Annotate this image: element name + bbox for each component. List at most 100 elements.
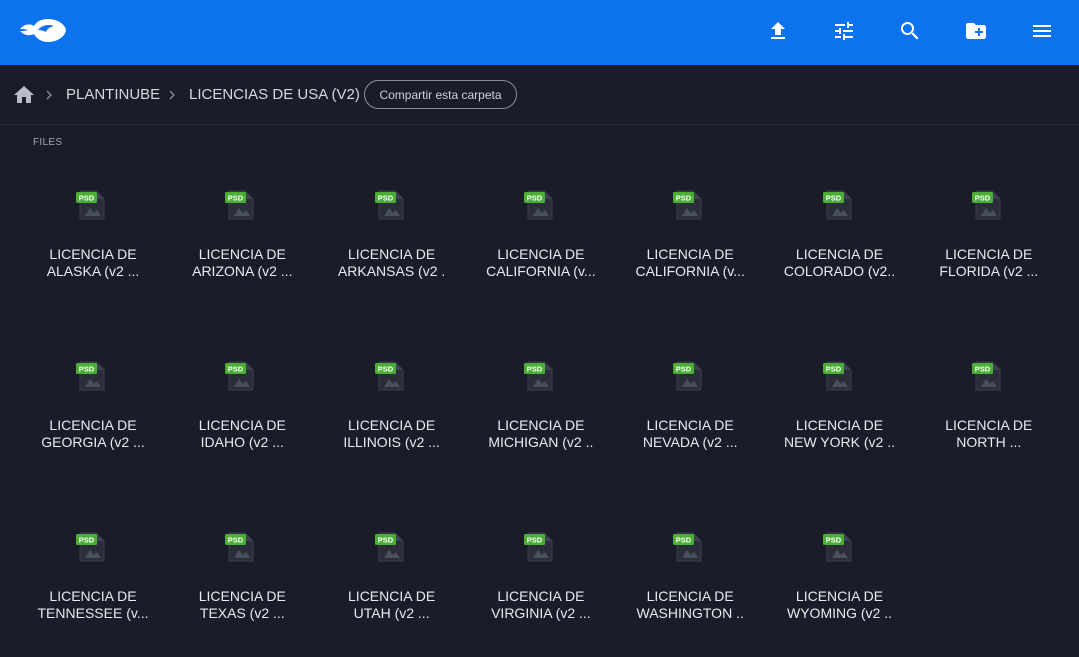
file-name-line2: NEW YORK (v2 .. [784, 434, 895, 450]
file-name: LICENCIA DE COLORADO (v2.. [783, 246, 897, 280]
file-name-line2: ARKANSAS (v2 . [337, 263, 446, 279]
psd-file-icon: PSD [971, 360, 1002, 392]
file-name-line1: LICENCIA DE [795, 588, 884, 604]
mega-fish-logo[interactable] [18, 14, 68, 46]
file-name-line2: MICHIGAN (v2 .. [488, 434, 594, 450]
file-tile[interactable]: PSD LICENCIA DE WYOMING (v2 .. [765, 502, 915, 652]
menu-button[interactable] [1022, 12, 1062, 50]
chevron-right-icon [40, 86, 58, 104]
file-tile[interactable]: PSD LICENCIA DE COLORADO (v2.. [765, 160, 915, 310]
new-folder-button[interactable] [956, 12, 996, 50]
file-name-line1: LICENCIA DE [646, 417, 734, 433]
file-name-line1: LICENCIA DE [348, 246, 436, 262]
file-tile[interactable]: PSD LICENCIA DE ILLINOIS (v2 ... [317, 331, 467, 481]
psd-badge-label: PSD [377, 365, 393, 374]
psd-badge-label: PSD [79, 194, 95, 203]
file-name-line1: LICENCIA DE [646, 588, 734, 604]
file-name-line1: LICENCIA DE [348, 588, 436, 604]
file-name-line2: NEVADA (v2 ... [642, 434, 738, 450]
psd-file-icon: PSD [225, 189, 255, 221]
file-tile[interactable]: PSD LICENCIA DE ALASKA (v2 ... [18, 160, 168, 310]
file-tile[interactable]: PSD LICENCIA DE TEXAS (v2 ... [167, 502, 317, 652]
psd-badge-label: PSD [825, 194, 841, 203]
psd-badge-label: PSD [676, 194, 692, 203]
file-tile[interactable]: PSD LICENCIA DE FLORIDA (v2 ... [914, 160, 1064, 310]
file-tile[interactable]: PSD LICENCIA DE ARKANSAS (v2 . [317, 160, 467, 310]
file-name-line2: CALIFORNIA (v... [486, 263, 596, 279]
file-name: LICENCIA DE NEVADA (v2 ... [633, 417, 747, 451]
file-name: LICENCIA DE IDAHO (v2 ... [185, 417, 299, 451]
files-section-label: FILES [33, 137, 63, 148]
file-name: LICENCIA DE ALASKA (v2 ... [36, 246, 150, 280]
file-name-line1: LICENCIA DE [49, 588, 137, 604]
file-name-line2: VIRGINIA (v2 ... [491, 605, 591, 621]
file-name: LICENCIA DE CALIFORNIA (v... [484, 246, 598, 280]
file-name-line1: LICENCIA DE [198, 588, 286, 604]
file-tile[interactable]: PSD LICENCIA DE NEW YORK (v2 .. [765, 331, 915, 481]
psd-badge-label: PSD [825, 365, 841, 374]
home-icon[interactable] [12, 83, 36, 107]
file-name: LICENCIA DE VIRGINIA (v2 ... [484, 588, 598, 622]
psd-badge-label: PSD [79, 365, 95, 374]
file-name-line1: LICENCIA DE [497, 246, 585, 262]
share-folder-button[interactable]: Compartir esta carpeta [364, 80, 517, 109]
file-name: LICENCIA DE FLORIDA (v2 ... [932, 246, 1046, 280]
breadcrumb-item-plantinube[interactable]: PLANTINUBE [66, 86, 160, 103]
psd-badge-label: PSD [79, 536, 95, 545]
file-tile[interactable]: PSD LICENCIA DE ARIZONA (v2 ... [167, 160, 317, 310]
file-tile[interactable]: PSD LICENCIA DE NORTH ... [914, 331, 1064, 481]
filter-button[interactable] [824, 12, 864, 50]
psd-badge-label: PSD [676, 536, 692, 545]
psd-file-icon: PSD [822, 531, 853, 563]
upload-button[interactable] [758, 12, 798, 50]
file-name: LICENCIA DE GEORGIA (v2 ... [36, 417, 150, 451]
psd-badge-label: PSD [975, 194, 991, 203]
file-name-line1: LICENCIA DE [497, 588, 585, 604]
top-bar [0, 0, 1079, 65]
file-name-line1: LICENCIA DE [795, 417, 884, 433]
menu-icon [1033, 25, 1051, 37]
file-name-line1: LICENCIA DE [348, 417, 436, 433]
file-name-line2: FLORIDA (v2 ... [939, 263, 1039, 279]
file-tile[interactable]: PSD LICENCIA DE CALIFORNIA (v... [466, 160, 616, 310]
file-tile[interactable]: PSD LICENCIA DE IDAHO (v2 ... [167, 331, 317, 481]
file-tile[interactable]: PSD LICENCIA DE GEORGIA (v2 ... [18, 331, 168, 481]
file-name-line1: LICENCIA DE [795, 246, 884, 262]
file-tile[interactable]: PSD LICENCIA DE CALIFORNIA (v... [615, 160, 765, 310]
file-tile[interactable]: PSD LICENCIA DE WASHINGTON .. [615, 502, 765, 652]
file-name: LICENCIA DE NORTH ... [932, 417, 1046, 451]
psd-file-icon: PSD [822, 360, 853, 392]
file-name-line1: LICENCIA DE [198, 246, 286, 262]
chevron-right-icon [163, 86, 181, 104]
file-name: LICENCIA DE UTAH (v2 ... [335, 588, 449, 622]
file-name-line1: LICENCIA DE [945, 417, 1033, 433]
file-tile[interactable]: PSD LICENCIA DE VIRGINIA (v2 ... [466, 502, 616, 652]
psd-file-icon: PSD [822, 189, 853, 221]
psd-file-icon: PSD [374, 531, 405, 563]
file-name: LICENCIA DE NEW YORK (v2 .. [783, 417, 897, 451]
file-name: LICENCIA DE ILLINOIS (v2 ... [335, 417, 449, 451]
file-tile[interactable]: PSD LICENCIA DE UTAH (v2 ... [317, 502, 467, 652]
file-name-line2: TEXAS (v2 ... [199, 605, 285, 621]
file-tile[interactable]: PSD LICENCIA DE MICHIGAN (v2 .. [466, 331, 616, 481]
file-name-line1: LICENCIA DE [945, 246, 1033, 262]
psd-file-icon: PSD [673, 189, 703, 221]
file-name-line1: LICENCIA DE [646, 246, 734, 262]
psd-badge-label: PSD [676, 365, 692, 374]
filter-sliders-icon [835, 22, 853, 40]
psd-file-icon: PSD [374, 360, 405, 392]
file-name: LICENCIA DE WYOMING (v2 .. [783, 588, 897, 622]
psd-file-icon: PSD [673, 360, 703, 392]
search-button[interactable] [890, 12, 930, 50]
file-tile[interactable]: PSD LICENCIA DE TENNESSEE (v... [18, 502, 168, 652]
new-folder-icon [966, 23, 986, 39]
file-name-line1: LICENCIA DE [497, 417, 585, 433]
psd-badge-label: PSD [228, 536, 244, 545]
file-name: LICENCIA DE TENNESSEE (v... [36, 588, 150, 622]
file-tile[interactable]: PSD LICENCIA DE NEVADA (v2 ... [615, 331, 765, 481]
psd-badge-label: PSD [975, 365, 991, 374]
psd-file-icon: PSD [971, 189, 1002, 221]
breadcrumb-item-current[interactable]: LICENCIAS DE USA (V2) [189, 86, 360, 103]
psd-file-icon: PSD [76, 360, 106, 392]
upload-icon [771, 22, 785, 39]
